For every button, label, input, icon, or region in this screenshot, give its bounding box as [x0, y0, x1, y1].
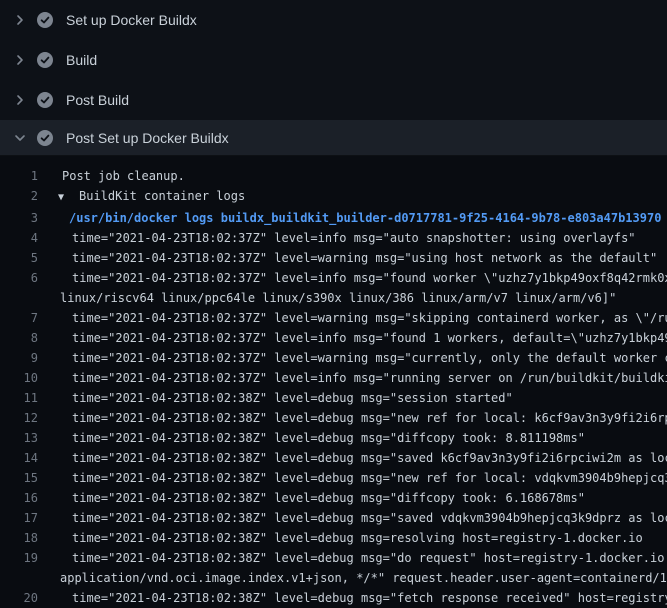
- actions-log-viewer: Set up Docker Buildx Build Post Build: [0, 0, 667, 608]
- line-text: time="2021-04-23T18:02:38Z" level=debug …: [38, 408, 667, 428]
- log-line: 4 time="2021-04-23T18:02:37Z" level=info…: [0, 228, 667, 248]
- line-number[interactable]: 3: [0, 208, 38, 228]
- log-group-toggle[interactable]: ▼BuildKit container logs: [38, 186, 245, 208]
- line-number[interactable]: 16: [0, 488, 38, 508]
- line-number[interactable]: 17: [0, 508, 38, 528]
- line-text: linux/riscv64 linux/ppc64le linux/s390x …: [38, 288, 616, 308]
- line-number[interactable]: 5: [0, 248, 38, 268]
- chevron-right-icon: [12, 12, 28, 28]
- line-text: time="2021-04-23T18:02:38Z" level=debug …: [38, 428, 585, 448]
- log-line: 11 time="2021-04-23T18:02:38Z" level=deb…: [0, 388, 667, 408]
- line-number[interactable]: 9: [0, 348, 38, 368]
- line-number[interactable]: 8: [0, 328, 38, 348]
- line-text: time="2021-04-23T18:02:37Z" level=warnin…: [38, 248, 657, 268]
- line-text: time="2021-04-23T18:02:38Z" level=debug …: [38, 468, 667, 488]
- log-line: 14 time="2021-04-23T18:02:38Z" level=deb…: [0, 448, 667, 468]
- line-number[interactable]: 20: [0, 588, 38, 608]
- log-line: 13 time="2021-04-23T18:02:38Z" level=deb…: [0, 428, 667, 448]
- log-line: 8 time="2021-04-23T18:02:37Z" level=info…: [0, 328, 667, 348]
- line-text: time="2021-04-23T18:02:37Z" level=info m…: [38, 268, 667, 288]
- log-line: 3 /usr/bin/docker logs buildx_buildkit_b…: [0, 208, 667, 228]
- line-number[interactable]: 13: [0, 428, 38, 448]
- line-number[interactable]: 12: [0, 408, 38, 428]
- line-number[interactable]: 2: [0, 186, 38, 208]
- line-number[interactable]: 1: [0, 166, 38, 186]
- line-number[interactable]: 11: [0, 388, 38, 408]
- line-number[interactable]: [0, 568, 38, 588]
- step-label: Build: [66, 52, 97, 68]
- step-row[interactable]: Set up Docker Buildx: [0, 0, 667, 40]
- line-text: time="2021-04-23T18:02:37Z" level=info m…: [38, 228, 636, 248]
- line-text: time="2021-04-23T18:02:38Z" level=debug …: [38, 588, 667, 608]
- chevron-right-icon: [12, 52, 28, 68]
- log-line: 15 time="2021-04-23T18:02:38Z" level=deb…: [0, 468, 667, 488]
- step-label: Set up Docker Buildx: [66, 12, 197, 28]
- log-line: 10 time="2021-04-23T18:02:37Z" level=inf…: [0, 368, 667, 388]
- line-number[interactable]: 18: [0, 528, 38, 548]
- log-line: 18 time="2021-04-23T18:02:38Z" level=deb…: [0, 528, 667, 548]
- line-text: Post job cleanup.: [38, 166, 185, 186]
- log-line: application/vnd.oci.image.index.v1+json,…: [0, 568, 667, 588]
- log-line: 12 time="2021-04-23T18:02:38Z" level=deb…: [0, 408, 667, 428]
- line-number[interactable]: 6: [0, 268, 38, 288]
- step-row[interactable]: Post Set up Docker Buildx: [0, 120, 667, 156]
- step-row[interactable]: Build: [0, 40, 667, 80]
- check-circle-icon: [37, 52, 53, 68]
- log-line: 9 time="2021-04-23T18:02:37Z" level=warn…: [0, 348, 667, 368]
- log-line: linux/riscv64 linux/ppc64le linux/s390x …: [0, 288, 667, 308]
- log-line: 5 time="2021-04-23T18:02:37Z" level=warn…: [0, 248, 667, 268]
- line-text: time="2021-04-23T18:02:37Z" level=info m…: [38, 328, 667, 348]
- line-text: time="2021-04-23T18:02:37Z" level=warnin…: [38, 308, 667, 328]
- line-text: time="2021-04-23T18:02:38Z" level=debug …: [38, 488, 585, 508]
- line-number[interactable]: 15: [0, 468, 38, 488]
- line-number[interactable]: 19: [0, 548, 38, 568]
- step-row[interactable]: Post Build: [0, 80, 667, 120]
- line-text: time="2021-04-23T18:02:38Z" level=debug …: [38, 388, 513, 408]
- line-text: time="2021-04-23T18:02:38Z" level=debug …: [38, 508, 667, 528]
- step-label: Post Build: [66, 92, 129, 108]
- line-number[interactable]: [0, 288, 38, 308]
- check-circle-icon: [37, 92, 53, 108]
- chevron-down-icon: [12, 130, 28, 146]
- log-line: 19 time="2021-04-23T18:02:38Z" level=deb…: [0, 548, 667, 568]
- line-number[interactable]: 4: [0, 228, 38, 248]
- line-text: /usr/bin/docker logs buildx_buildkit_bui…: [38, 208, 661, 228]
- line-number[interactable]: 14: [0, 448, 38, 468]
- steps-list: Set up Docker Buildx Build Post Build: [0, 0, 667, 156]
- log-line: 6 time="2021-04-23T18:02:37Z" level=info…: [0, 268, 667, 288]
- log-line: 17 time="2021-04-23T18:02:38Z" level=deb…: [0, 508, 667, 528]
- log-line: 2 ▼BuildKit container logs: [0, 186, 667, 208]
- line-text: time="2021-04-23T18:02:38Z" level=debug …: [38, 528, 643, 548]
- log-line: 20 time="2021-04-23T18:02:38Z" level=deb…: [0, 588, 667, 608]
- line-text: time="2021-04-23T18:02:37Z" level=warnin…: [38, 348, 667, 368]
- line-text: time="2021-04-23T18:02:37Z" level=info m…: [38, 368, 667, 388]
- check-circle-icon: [37, 130, 53, 146]
- log-panel: 1 Post job cleanup. 2 ▼BuildKit containe…: [0, 156, 667, 608]
- log-line: 16 time="2021-04-23T18:02:38Z" level=deb…: [0, 488, 667, 508]
- line-number[interactable]: 10: [0, 368, 38, 388]
- check-circle-icon: [37, 12, 53, 28]
- collapse-triangle-icon: ▼: [58, 188, 79, 208]
- log-line: 1 Post job cleanup.: [0, 166, 667, 186]
- step-label: Post Set up Docker Buildx: [66, 130, 229, 146]
- line-number[interactable]: 7: [0, 308, 38, 328]
- line-text: application/vnd.oci.image.index.v1+json,…: [38, 568, 667, 588]
- chevron-right-icon: [12, 92, 28, 108]
- line-text: time="2021-04-23T18:02:38Z" level=debug …: [38, 448, 667, 468]
- line-text: time="2021-04-23T18:02:38Z" level=debug …: [38, 548, 667, 568]
- log-line: 7 time="2021-04-23T18:02:37Z" level=warn…: [0, 308, 667, 328]
